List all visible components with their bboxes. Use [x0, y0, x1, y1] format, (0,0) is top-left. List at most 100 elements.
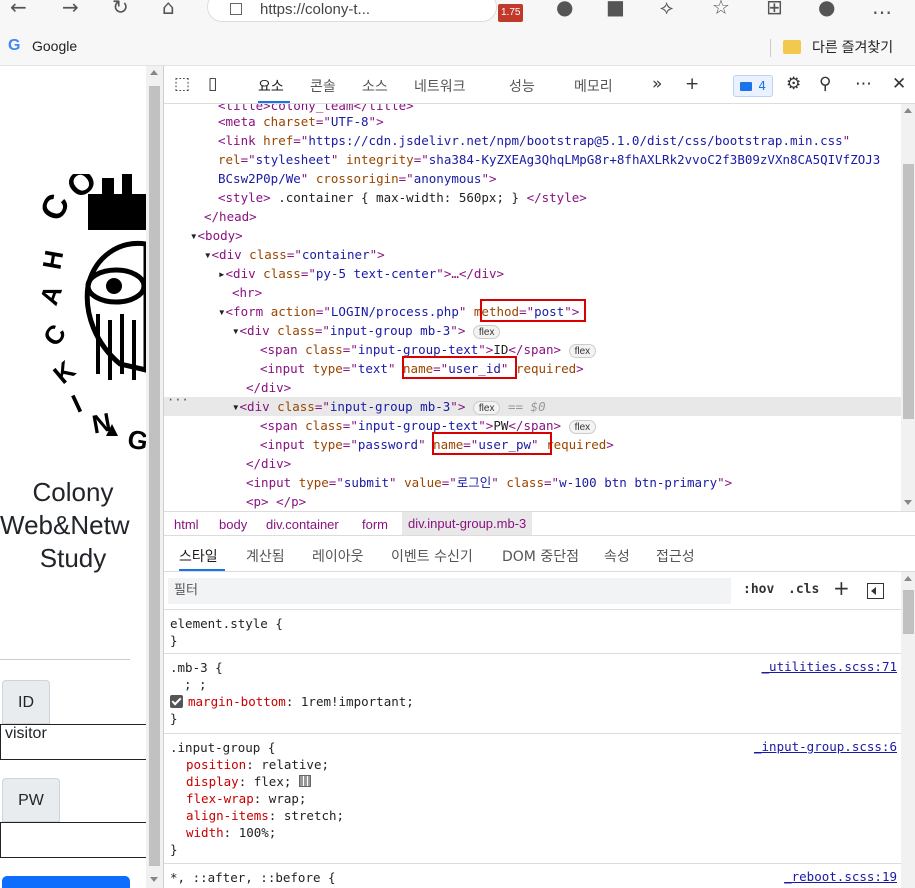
close-icon[interactable]: ✕	[892, 74, 906, 94]
expand-icon[interactable]: ▾	[232, 399, 240, 414]
tab-sources[interactable]: 소스	[362, 76, 388, 96]
scroll-thumb[interactable]	[903, 590, 914, 634]
sidebar-toggle-icon[interactable]	[867, 583, 884, 599]
scroll-down-icon[interactable]	[904, 500, 912, 505]
flex-badge[interactable]: flex	[568, 343, 597, 358]
code-line-meta[interactable]: <meta charset="UTF-8">	[164, 112, 901, 131]
styles-rules[interactable]: element.style { } .mb-3 { _utilities.scs…	[164, 610, 901, 888]
page-scrollbar[interactable]	[146, 66, 163, 888]
class-button[interactable]: .cls	[788, 582, 819, 597]
tab-styles[interactable]: 스타일	[179, 546, 218, 566]
device-toggle-icon[interactable]: ▯	[208, 74, 217, 94]
flex-badge[interactable]: flex	[568, 419, 597, 434]
elements-scrollbar[interactable]	[901, 104, 915, 511]
code-line-style[interactable]: <style> .container { max-width: 560px; }…	[164, 188, 901, 207]
extension-badge[interactable]: 1.75	[498, 4, 524, 22]
tab-layout[interactable]: 레이아웃	[312, 546, 364, 566]
scroll-up-icon[interactable]	[904, 108, 912, 113]
home-icon[interactable]: ⌂	[162, 0, 175, 20]
other-favorites[interactable]: 다른 즐겨찾기	[812, 37, 893, 57]
expand-icon[interactable]: ▾	[232, 323, 240, 338]
more-actions-icon[interactable]: ···	[167, 393, 189, 407]
tab-elements[interactable]: 요소	[258, 76, 284, 96]
refresh-icon[interactable]: ↻	[112, 0, 129, 20]
user-id-input[interactable]: visitor	[0, 724, 146, 760]
address-bar[interactable]: https://colony-t...	[207, 0, 497, 22]
rule-declaration[interactable]: display: flex;	[170, 773, 311, 791]
tab-accessibility[interactable]: 접근성	[656, 546, 695, 566]
user-pw-input[interactable]	[0, 822, 146, 858]
cookie-icon[interactable]: ●	[556, 0, 573, 20]
checkbox-icon[interactable]	[170, 695, 183, 708]
breadcrumb-form[interactable]: form	[362, 517, 388, 532]
rule-declaration[interactable]: align-items: stretch;	[170, 807, 344, 825]
filter-input[interactable]: 필터	[168, 578, 731, 604]
code-line-group-1[interactable]: ▾<div class="input-group mb-3"> flex	[164, 321, 901, 340]
address-url[interactable]: https://colony-t...	[260, 1, 370, 18]
breadcrumb-container[interactable]: div.container	[266, 517, 339, 532]
new-rule-icon[interactable]: +	[833, 576, 850, 600]
code-line-div-close-2[interactable]: </div>	[164, 454, 901, 473]
tab-network[interactable]: 네트워크	[414, 76, 466, 96]
tab-properties[interactable]: 속성	[604, 546, 630, 566]
rule-source-link[interactable]: _reboot.scss:19	[784, 869, 897, 884]
connect-icon[interactable]: ⚲	[819, 74, 831, 94]
inspect-icon[interactable]: ⬚	[174, 74, 190, 94]
login-button[interactable]	[2, 876, 130, 888]
elements-tree[interactable]: <title>colony_team</title> <meta charset…	[164, 104, 901, 511]
code-line-link-3[interactable]: BCsw2P0p/We" crossorigin="anonymous">	[164, 169, 901, 188]
rule-declaration[interactable]: flex-wrap: wrap;	[170, 790, 306, 808]
expand-icon[interactable]: ▾	[204, 247, 212, 262]
code-line-p[interactable]: <p> </p>	[164, 492, 901, 511]
tab-computed[interactable]: 계산됨	[246, 546, 285, 566]
rule-mb3[interactable]: .mb-3 { _utilities.scss:71 ; ; margin-bo…	[164, 654, 901, 734]
more-options-icon[interactable]: ⋯	[855, 74, 872, 94]
flexbox-editor-icon[interactable]	[298, 775, 311, 787]
scroll-up-icon[interactable]	[150, 70, 158, 75]
tab-event-listeners[interactable]: 이벤트 수신기	[391, 546, 473, 566]
tab-memory[interactable]: 메모리	[574, 76, 613, 96]
breadcrumb-html[interactable]: html	[174, 517, 199, 532]
scroll-thumb[interactable]	[903, 164, 914, 419]
expand-icon[interactable]: ▾	[190, 228, 198, 243]
tab-performance[interactable]: 성능	[509, 76, 535, 96]
scroll-down-icon[interactable]	[150, 877, 158, 882]
tab-console[interactable]: 콘솔	[310, 76, 336, 96]
extension-icon[interactable]: ■	[606, 0, 625, 20]
breadcrumb-body[interactable]: body	[219, 517, 247, 532]
code-line-container[interactable]: ▾<div class="container">	[164, 245, 901, 264]
code-line-div-close-1[interactable]: </div>	[164, 378, 901, 397]
rule-element-style[interactable]: element.style { }	[164, 610, 901, 654]
issues-badge[interactable]: 4	[733, 75, 773, 97]
code-line-link-1[interactable]: <link href="https://cdn.jsdelivr.net/npm…	[164, 131, 901, 150]
breadcrumb-input-group[interactable]: div.input-group.mb-3	[402, 512, 533, 535]
google-icon[interactable]: G	[8, 37, 20, 55]
puzzle-icon[interactable]: ⟡	[660, 0, 673, 20]
code-line-py5[interactable]: ▸<div class="py-5 text-center">…</div>	[164, 264, 901, 283]
code-line-submit[interactable]: <input type="submit" value="로그인" class="…	[164, 473, 901, 492]
gear-icon[interactable]: ⚙	[786, 74, 801, 94]
rule-reboot[interactable]: *, ::after, ::before { _reboot.scss:19	[164, 864, 901, 888]
forward-icon[interactable]: →	[62, 0, 79, 20]
add-tab-icon[interactable]: +	[685, 74, 699, 94]
expand-icon[interactable]: ▾	[218, 304, 226, 319]
scroll-thumb[interactable]	[149, 86, 160, 866]
code-line-link-2[interactable]: rel="stylesheet" integrity="sha384-KyZXE…	[164, 150, 901, 169]
hover-state-button[interactable]: :hov	[743, 582, 774, 597]
styles-scrollbar[interactable]	[901, 572, 915, 888]
code-line-head-close[interactable]: </head>	[164, 207, 901, 226]
rule-declaration[interactable]: position: relative;	[170, 756, 329, 774]
rule-declaration[interactable]: margin-bottom: 1rem!important;	[170, 693, 414, 711]
code-line-span-id[interactable]: <span class="input-group-text">ID</span>…	[164, 340, 901, 359]
more-icon[interactable]: …	[872, 0, 892, 20]
collections-icon[interactable]: ⊞	[766, 0, 783, 20]
rule-source-link[interactable]: _utilities.scss:71	[762, 659, 897, 674]
code-line-body[interactable]: ▾<body>	[164, 226, 901, 245]
rule-input-group[interactable]: .input-group { _input-group.scss:6 posit…	[164, 734, 901, 864]
info-icon[interactable]	[230, 3, 242, 15]
code-line-input-id[interactable]: <input type="text" name="user_id" requir…	[164, 359, 901, 378]
profile-icon[interactable]: ●	[818, 0, 835, 20]
tab-dom-breakpoints[interactable]: DOM 중단점	[502, 546, 579, 566]
code-line-group-2[interactable]: ▾<div class="input-group mb-3"> flex == …	[164, 397, 901, 416]
scroll-up-icon[interactable]	[904, 576, 912, 581]
